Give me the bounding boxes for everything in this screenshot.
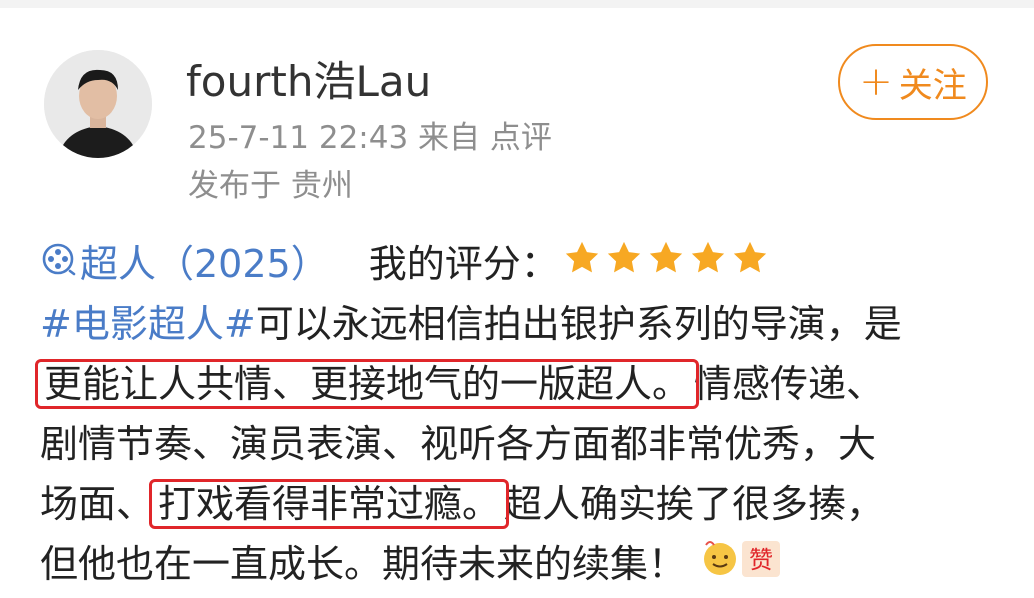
follow-label: 关注 (898, 65, 967, 106)
top-divider (0, 0, 1034, 8)
film-reel-icon (40, 236, 76, 292)
post-line: #电影超人#可以永远相信拍出银护系列的导演，是 (40, 294, 1000, 354)
post-text: 超人确实挨了很多揍， (504, 482, 885, 526)
rating-row: 超人（2025） 我的评分： (40, 236, 769, 292)
highlighted-text: 更能让人共情、更接地气的一版超人。 (34, 359, 700, 409)
post-time-source: 25-7-11 22:43 来自 点评 (188, 120, 552, 156)
star-icon (563, 236, 601, 292)
rating-stars (563, 236, 769, 292)
post-location: 发布于 贵州 (188, 168, 353, 204)
post-line: 场面、 打戏看得非常过瘾。 超人确实挨了很多揍， (40, 474, 1000, 534)
post-line: 更能让人共情、更接地气的一版超人。 情感传递、 (34, 354, 1000, 414)
rating-label: 我的评分： (368, 242, 559, 286)
post-text: 可以永远相信拍出银护系列的导演，是 (255, 302, 902, 346)
highlighted-text: 打戏看得非常过瘾。 (149, 479, 510, 529)
star-icon (689, 236, 727, 292)
follow-button[interactable]: + 关注 (838, 44, 988, 120)
sticker-label: 赞 (749, 546, 773, 574)
post-line: 但他也在一直成长。期待未来的续集！ 赞 (40, 534, 1000, 594)
post-text: 剧情节奏、演员表演、视听各方面都非常优秀，大 (40, 422, 877, 466)
star-icon (605, 236, 643, 292)
star-icon (731, 236, 769, 292)
post-text: 场面、 (40, 482, 155, 526)
username[interactable]: fourth浩Lau (186, 56, 431, 108)
post-text: 情感传递、 (694, 362, 885, 406)
post-text: 但他也在一直成长。期待未来的续集！ (40, 542, 687, 586)
movie-link[interactable]: 超人（2025） (40, 236, 329, 292)
thumbs-up-sticker-icon: 赞 (700, 535, 784, 598)
star-icon (647, 236, 685, 292)
movie-title: 超人（2025） (80, 242, 329, 286)
post-body: #电影超人#可以永远相信拍出银护系列的导演，是 更能让人共情、更接地气的一版超人… (34, 294, 1000, 594)
post-line: 剧情节奏、演员表演、视听各方面都非常优秀，大 (40, 414, 1000, 474)
hashtag-link[interactable]: #电影超人# (40, 302, 256, 346)
plus-icon: + (859, 59, 893, 105)
avatar[interactable] (44, 50, 152, 158)
